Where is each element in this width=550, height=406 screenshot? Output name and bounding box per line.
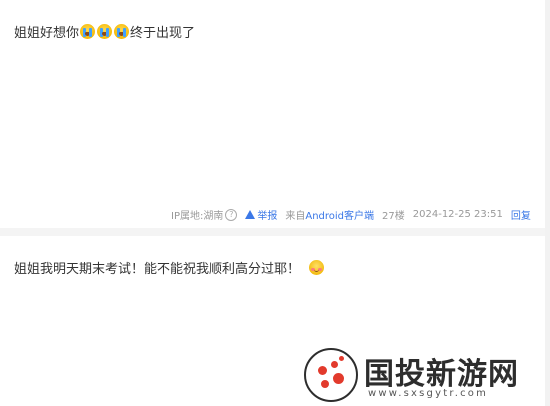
post-separator	[0, 228, 550, 236]
post-content-2: 姐姐我明天期末考试！能不能祝我顺利高分过耶！	[14, 258, 325, 277]
crying-face-icon	[114, 24, 130, 39]
floor-number: 27楼	[382, 211, 405, 222]
source-prefix: 来自	[285, 211, 306, 222]
watermark-logo-icon	[304, 348, 358, 402]
watermark-title: 国投新游网	[364, 357, 519, 392]
reply-button[interactable]: 回复	[511, 207, 531, 222]
post-meta: IP属地:湖南 ? 举报 来自 Android客户端 27楼 2024-12-2…	[171, 207, 531, 222]
warning-icon	[245, 210, 256, 219]
post-content: 姐姐好想你 终于出现了	[14, 22, 195, 41]
reply-post-1: 姐姐好想你 终于出现了 IP属地:湖南 ? 举报 来自 Android客户端 2…	[0, 0, 542, 228]
crying-face-icon	[80, 24, 96, 39]
ip-location: IP属地:湖南	[171, 211, 224, 222]
report-link[interactable]: 举报	[257, 207, 277, 222]
post-timestamp: 2024-12-25 23:51	[412, 209, 503, 220]
watermark-url: www.sxsgytr.com	[368, 388, 489, 399]
android-client-link[interactable]: Android客户端	[305, 207, 374, 222]
post-text-after: 终于出现了	[130, 26, 196, 41]
help-icon[interactable]: ?	[225, 208, 238, 221]
post-text-before: 姐姐好想你	[14, 26, 80, 41]
shy-face-icon	[309, 260, 325, 275]
post-text: 姐姐我明天期末考试！能不能祝我顺利高分过耶！	[14, 262, 301, 277]
site-watermark: 国投新游网 www.sxsgytr.com	[300, 340, 550, 406]
crying-face-icon	[97, 24, 113, 39]
